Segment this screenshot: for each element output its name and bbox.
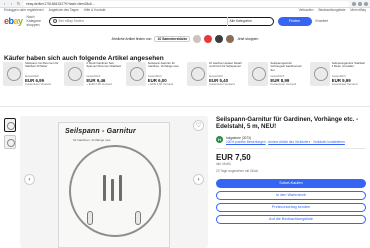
- add-to-watchlist-button[interactable]: Auf die Beobachtungsliste: [216, 214, 366, 224]
- buy-now-button[interactable]: Sofort-Kaufen: [216, 178, 366, 188]
- item-details: Seilspann-Garnitur für Gardinen, Vorhäng…: [216, 116, 366, 224]
- item-title: Seilspann-Garnitur für Gardinen, Vorhäng…: [216, 116, 359, 131]
- promo-shop-link[interactable]: Jetzt shoppen: [237, 37, 258, 41]
- login-link[interactable]: Einloggen oder registrieren: [4, 8, 44, 13]
- suggestion-image: [64, 62, 85, 86]
- suggestion-shipping: Kostenloser Versand: [331, 82, 358, 87]
- make-offer-button[interactable]: Preisvorschlag senden: [216, 202, 366, 212]
- ebay-logo[interactable]: ebay: [4, 16, 23, 26]
- section-divider: [0, 106, 370, 107]
- my-ebay-link[interactable]: Mein eBay: [350, 8, 366, 13]
- prev-image-button[interactable]: ‹: [24, 174, 35, 185]
- details-divider: [216, 147, 366, 149]
- promo-thumbnail: [226, 35, 235, 43]
- suggestions-heading: Käufer haben sich auch folgende Artikel …: [4, 55, 164, 62]
- profile-icon[interactable]: [364, 1, 368, 6]
- advanced-search-link[interactable]: Erweitert: [316, 19, 329, 23]
- address-bar[interactable]: ebay.de/itm/175168415279?hash=item28c6..…: [23, 0, 350, 7]
- suggestion-shipping: + EUR 2,00 Versand: [86, 82, 112, 87]
- gallery-thumbnails: [4, 118, 17, 152]
- bookmark-icon[interactable]: [352, 1, 356, 6]
- package-subtitle: für Gardinen, Vorhänge usw.: [73, 138, 112, 142]
- suggestion-shipping: Kostenloser Versand: [25, 82, 51, 87]
- product-main-image[interactable]: ‹ Seilspann - Garnitur für Gardinen, Vor…: [20, 116, 208, 248]
- price-note: inkl. MwSt.: [216, 161, 232, 166]
- suggestion-card[interactable]: 10 Gardinen Haken Metall verchromt für S…: [186, 62, 244, 102]
- heart-icon[interactable]: ♡: [193, 120, 204, 131]
- next-image-button[interactable]: ›: [193, 174, 204, 185]
- seller-feedback-link[interactable]: 100% positive Bewertungen: [226, 140, 266, 144]
- forward-icon[interactable]: ›: [9, 1, 14, 6]
- seller-info: H holgastore (3073) 100% positive Bewert…: [216, 136, 366, 144]
- add-to-cart-button[interactable]: In den Warenkorb: [216, 190, 366, 200]
- suggestion-shipping: Kostenloser Versand: [208, 82, 235, 87]
- promo-thumbnail: [215, 35, 224, 43]
- extension-icon[interactable]: [358, 1, 362, 6]
- suggestion-card[interactable]: Seilspanngarnitur Vorhangseil Gardinense…: [248, 62, 305, 102]
- suggestion-card[interactable]: Seilspann-Garnitur für Gardinen, Vorhäng…: [125, 62, 183, 102]
- suggestion-card[interactable]: Seilspanngarnitur Stahlseil 5 Meter mit …: [309, 62, 367, 102]
- tensioner-part: [111, 179, 114, 201]
- product-package: Seilspann - Garnitur für Gardinen, Vorhä…: [58, 122, 170, 248]
- package-title: Seilspann - Garnitur: [65, 128, 136, 135]
- help-link[interactable]: Hilfe & Kontakt: [84, 8, 106, 13]
- suggestion-image: [3, 62, 23, 86]
- views-note: 23 Tage angesehen mit Glück: [216, 168, 259, 173]
- suggestion-shipping: + EUR 2,50 Versand: [147, 82, 174, 87]
- suggestion-image: [125, 62, 146, 86]
- search-input[interactable]: Bei eBay finden Alle Kategorien: [48, 16, 274, 26]
- browser-toolbar: ‹ › ↻ ebay.de/itm/175168415279?hash=item…: [0, 0, 370, 8]
- utility-bar: Einloggen oder registrieren Angebote des…: [0, 8, 370, 13]
- gallery-thumbnail[interactable]: [4, 135, 16, 149]
- tensioner-part: [119, 175, 122, 201]
- suggestion-card[interactable]: Seilspann mit Klemmen für Stahlseil 10 M…: [3, 62, 60, 102]
- sell-link[interactable]: Verkaufen: [299, 8, 314, 13]
- watchlist-link[interactable]: Beobachtungsliste: [318, 8, 345, 13]
- reload-icon[interactable]: ↻: [16, 1, 21, 6]
- site-header: ebay Nach Kategorie shoppen Bei eBay fin…: [0, 14, 370, 28]
- promo-badge: 10 Sammlerstücke: [154, 36, 191, 42]
- wall-bracket: [135, 211, 141, 225]
- find-button[interactable]: Finden: [277, 16, 312, 26]
- suggestion-shipping: Kostenloser Versand: [270, 82, 297, 87]
- tensioner-part: [103, 175, 106, 201]
- item-price: EUR 7,50: [216, 152, 251, 162]
- suggestion-image: [186, 62, 207, 86]
- gallery-thumbnail[interactable]: [4, 118, 16, 132]
- deals-link[interactable]: Angebote des Tages: [49, 8, 79, 13]
- promo-thumbnail: [204, 35, 213, 43]
- promo-text: Ähnliche Artikel finden von: [111, 37, 152, 41]
- shop-by-category-button[interactable]: Nach Kategorie shoppen: [27, 15, 45, 27]
- suggestion-image: [248, 62, 269, 86]
- steel-cable-coil: [69, 145, 161, 237]
- wall-bracket: [87, 211, 93, 225]
- suggestions-carousel: Seilspann mit Klemmen für Stahlseil 10 M…: [3, 62, 367, 102]
- suggestion-card[interactable]: 2 Stück Gardinen Seil-Spanner Klemmen St…: [64, 62, 121, 102]
- suggestion-image: [309, 62, 330, 86]
- seller-avatar[interactable]: H: [216, 136, 223, 144]
- search-icon: [52, 19, 57, 23]
- promo-banner[interactable]: Ähnliche Artikel finden von 10 Sammlerst…: [0, 31, 370, 47]
- category-select[interactable]: Alle Kategorien: [226, 16, 273, 26]
- seller-links[interactable]: Andere Artikel des Verkäufers · Verkäufe…: [268, 140, 345, 144]
- back-icon[interactable]: ‹: [2, 1, 7, 6]
- promo-thumbnail: [193, 35, 202, 43]
- search-placeholder: Bei eBay finden: [58, 19, 84, 23]
